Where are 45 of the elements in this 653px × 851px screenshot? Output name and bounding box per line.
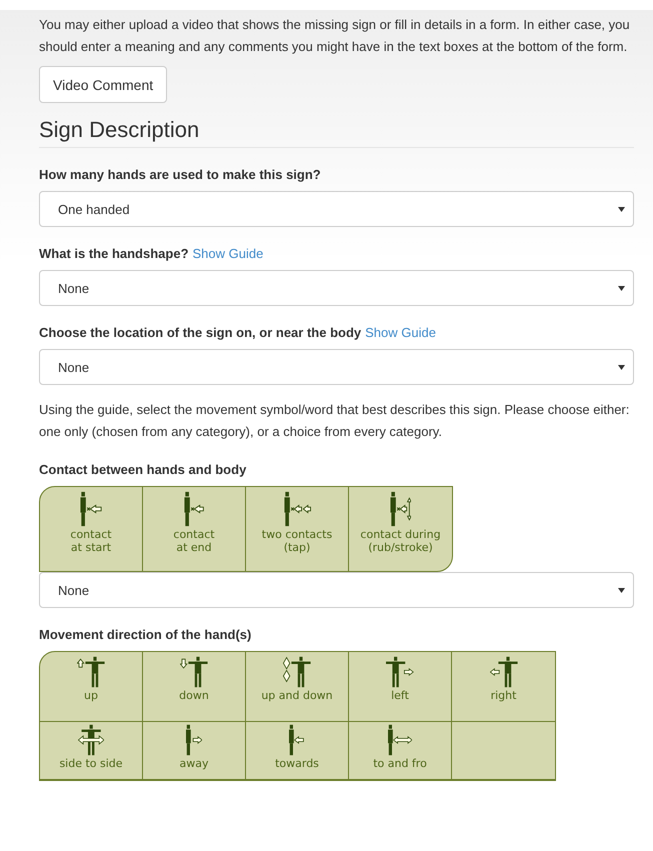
caret-icon — [618, 588, 625, 592]
figure-icon — [184, 491, 204, 527]
video-comment-button[interactable]: Video Comment — [39, 66, 168, 103]
movement-option[interactable]: towards — [246, 722, 349, 780]
figure-icon — [289, 724, 305, 756]
dropdown-select[interactable]: One handed — [39, 191, 634, 227]
show-guide-link[interactable]: Show Guide — [192, 246, 264, 261]
movement-instructions: Using the guide, select the movement symbol/word that best describes this sign. Please choose either: one only (chosen from any category), or a choice from every category. — [39, 401, 630, 441]
section-title: Sign Description — [39, 117, 634, 148]
caret-icon — [618, 286, 625, 290]
category-label: Movement direction of the hand(s) — [39, 627, 252, 642]
show-guide-link[interactable]: Show Guide — [365, 325, 436, 340]
movement-option[interactable]: down — [143, 652, 246, 722]
figure-icon — [283, 656, 311, 688]
question-label: How many hands are used to make this sign? — [39, 167, 321, 182]
movement-option[interactable]: up — [40, 652, 143, 722]
movement-option[interactable]: left — [349, 652, 452, 722]
caret-icon — [618, 206, 625, 212]
dropdown-select[interactable]: None — [39, 349, 634, 385]
dropdown-select[interactable]: None — [39, 572, 634, 608]
category-label: Contact between hands and body — [39, 462, 246, 477]
movement-option[interactable]: contact during (rub/stroke) — [349, 487, 452, 571]
figure-icon — [180, 656, 208, 688]
movement-option[interactable]: contact at start — [40, 487, 143, 571]
figure-icon — [80, 491, 102, 527]
intro-text: You may either upload a video that shows the missing sign or fill in details in a form. In either case, you should enter a meaning and any comments you might have in the text boxes at the bottom of the form. — [39, 16, 631, 56]
dropdown-select[interactable]: None — [39, 270, 634, 306]
movement-option[interactable]: up and down — [246, 652, 349, 722]
figure-icon — [77, 656, 105, 688]
movement-option[interactable]: to and fro — [349, 722, 452, 780]
figure-icon — [186, 724, 202, 756]
movement-option[interactable]: away — [143, 722, 246, 780]
figure-icon — [490, 656, 518, 688]
figure-icon — [386, 656, 414, 688]
figure-icon — [388, 724, 412, 756]
movement-option[interactable]: side to side — [40, 722, 143, 780]
question-label: Choose the location of the sign on, or near the body — [39, 325, 362, 340]
figure-icon — [390, 491, 412, 527]
movement-option[interactable]: right — [452, 652, 555, 722]
figure-icon — [78, 724, 104, 756]
movement-option[interactable]: two contacts (tap) — [246, 487, 349, 571]
movement-option[interactable]: contact at end — [143, 487, 246, 571]
figure-icon — [284, 491, 310, 527]
question-label: What is the handshape? — [39, 246, 189, 261]
caret-icon — [618, 364, 625, 370]
